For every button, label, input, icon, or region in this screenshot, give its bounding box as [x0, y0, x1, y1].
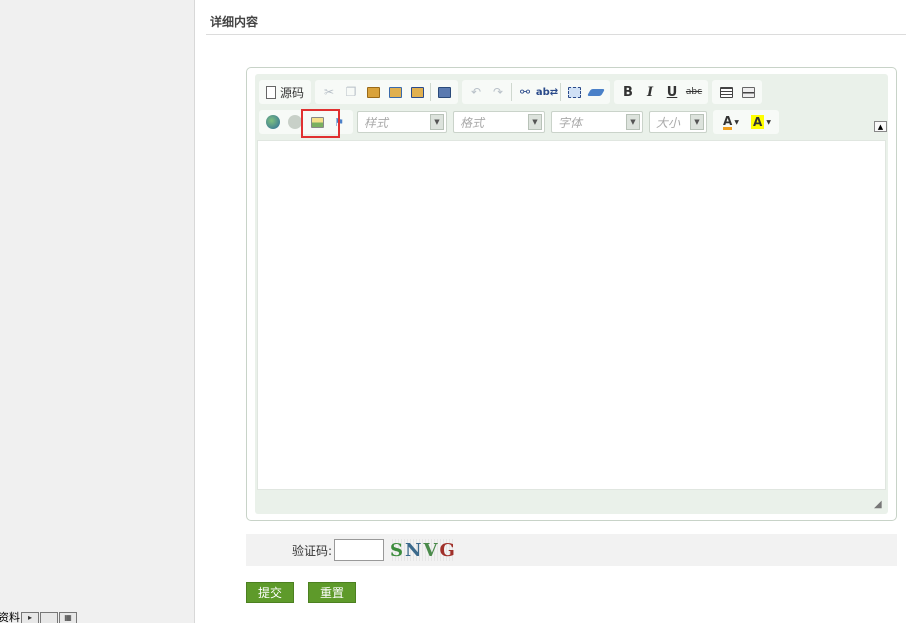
globe-link-icon	[266, 115, 280, 129]
toolbar-group-text: B I U abc	[614, 80, 709, 104]
chevron-down-icon: ▼	[734, 118, 739, 126]
chevron-down-icon: ▼	[626, 114, 640, 130]
captcha-char: N	[405, 539, 424, 561]
text-color-icon: A	[723, 113, 733, 130]
text-color-button[interactable]: A ▼	[716, 111, 746, 133]
underline-icon: U	[666, 84, 678, 100]
copy-button[interactable]: ❐	[340, 81, 362, 103]
captcha-char: G	[439, 539, 457, 561]
style-select-label: 样式	[364, 115, 389, 130]
find-button[interactable]: ⚯	[514, 81, 536, 103]
strikethrough-icon: abc	[685, 87, 703, 97]
style-select[interactable]: 样式 ▼	[357, 111, 447, 133]
italic-icon: I	[646, 84, 654, 100]
background-color-button[interactable]: A ▼	[746, 111, 776, 133]
toolbar-row-1: 源码 ✂ ❐ ↶ ↷ ⚯ ab⇄ B I U abc	[259, 78, 766, 106]
italic-button[interactable]: I	[639, 81, 661, 103]
printer-icon	[437, 86, 451, 98]
page: 资料 ▸ ▦ 详细内容 源码 ✂ ❐ ↶ ↷ ⚯ ab⇄ B I U abc ⚑…	[0, 0, 909, 623]
remove-format-button[interactable]	[585, 81, 607, 103]
toolbar-group-insert	[712, 80, 763, 104]
underline-button[interactable]: U	[661, 81, 683, 103]
format-select[interactable]: 格式 ▼	[453, 111, 545, 133]
triangle-up-icon: ▲	[877, 122, 884, 131]
cut-button[interactable]: ✂	[318, 81, 340, 103]
size-select[interactable]: 大小 ▼	[649, 111, 707, 133]
toolbar-separator	[560, 83, 562, 101]
undo-button[interactable]: ↶	[465, 81, 487, 103]
reset-button[interactable]: 重置	[308, 582, 356, 603]
paste-button[interactable]	[362, 81, 384, 103]
source-button[interactable]: 源码	[262, 81, 308, 103]
clipboard-icon	[366, 86, 380, 98]
chevron-down-icon: ▼	[430, 114, 444, 130]
left-bottom-strip: 资料 ▸ ▦	[0, 612, 100, 623]
resize-grip-icon[interactable]: ◢	[874, 499, 886, 511]
paste-text-button[interactable]	[384, 81, 406, 103]
unlink-icon	[288, 115, 302, 129]
select-all-icon	[567, 86, 581, 98]
captcha-image[interactable]: S N V G	[390, 539, 457, 561]
left-arrow-button[interactable]: ▸	[21, 612, 39, 623]
chevron-down-icon: ▼	[766, 118, 771, 126]
editor-content-area[interactable]	[257, 140, 886, 490]
horizontal-rule-button[interactable]	[737, 81, 759, 103]
undo-icon: ↶	[470, 85, 482, 99]
captcha-input[interactable]	[334, 539, 385, 561]
redo-icon: ↷	[492, 85, 504, 99]
copy-icon: ❐	[345, 85, 357, 99]
eraser-icon	[586, 88, 606, 96]
replace-button[interactable]: ab⇄	[536, 81, 558, 103]
scissors-icon: ✂	[323, 85, 335, 99]
toolbar-group-clipboard: ✂ ❐	[315, 80, 459, 104]
font-select-label: 字体	[558, 115, 583, 130]
source-button-label: 源码	[280, 85, 305, 100]
toolbar-separator	[511, 83, 513, 101]
font-select[interactable]: 字体 ▼	[551, 111, 643, 133]
binoculars-icon: ⚯	[519, 85, 531, 99]
table-icon	[719, 86, 733, 98]
print-button[interactable]	[433, 81, 455, 103]
paste-word-button[interactable]	[406, 81, 428, 103]
captcha-row: 验证码: S N V G	[246, 534, 897, 566]
toolbar-group-history: ↶ ↷ ⚯ ab⇄	[462, 80, 611, 104]
link-button[interactable]	[262, 111, 284, 133]
toolbar-group-colors: A ▼ A ▼	[713, 110, 779, 134]
bold-button[interactable]: B	[617, 81, 639, 103]
toolbar-group-source: 源码	[259, 80, 312, 104]
submit-button[interactable]: 提交	[246, 582, 294, 603]
replace-icon: ab⇄	[535, 86, 559, 98]
toolbar-separator	[430, 83, 432, 101]
left-panel	[0, 0, 195, 623]
strikethrough-button[interactable]: abc	[683, 81, 705, 103]
bold-icon: B	[623, 84, 633, 100]
redo-button[interactable]: ↷	[487, 81, 509, 103]
format-select-label: 格式	[460, 115, 485, 130]
captcha-char: S	[390, 539, 406, 561]
section-title: 详细内容	[210, 15, 259, 29]
chevron-down-icon: ▼	[690, 114, 704, 130]
toolbar-collapse-button[interactable]: ▲	[874, 121, 887, 132]
left-grid-button[interactable]: ▦	[59, 612, 77, 623]
paste-text-icon	[388, 86, 402, 98]
section-divider	[206, 34, 906, 35]
document-icon	[266, 85, 276, 99]
table-button[interactable]	[715, 81, 737, 103]
captcha-char: V	[423, 539, 440, 561]
image-button-highlight	[301, 109, 340, 138]
paste-word-icon	[410, 86, 424, 98]
select-all-button[interactable]	[563, 81, 585, 103]
left-fragment-text: 资料	[0, 611, 20, 623]
size-select-label: 大小	[656, 115, 681, 130]
left-scroll-button[interactable]	[40, 612, 58, 623]
chevron-down-icon: ▼	[528, 114, 542, 130]
captcha-label: 验证码:	[292, 543, 333, 558]
horizontal-rule-icon	[741, 86, 755, 98]
highlight-color-icon: A	[751, 115, 765, 129]
